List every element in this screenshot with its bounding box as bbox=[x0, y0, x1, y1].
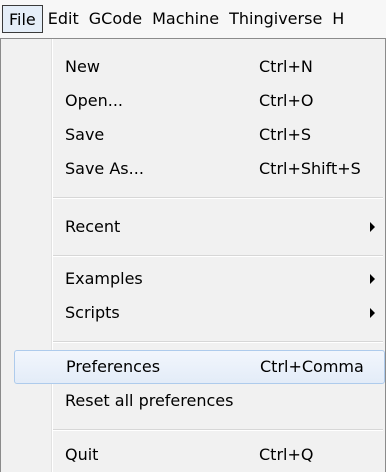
menu-item-scripts[interactable]: Scripts bbox=[15, 297, 385, 329]
menu-item-shortcut: Ctrl+Q bbox=[259, 445, 314, 464]
menu-gcode[interactable]: GCode bbox=[84, 5, 147, 33]
menu-item-save[interactable]: Save Ctrl+S bbox=[15, 119, 385, 151]
menu-item-shortcut: Ctrl+Shift+S bbox=[259, 159, 361, 178]
menu-item-recent[interactable]: Recent bbox=[15, 211, 385, 243]
menu-item-new[interactable]: New Ctrl+N bbox=[15, 51, 385, 83]
submenu-arrow-icon bbox=[370, 222, 375, 232]
menu-help[interactable]: H bbox=[327, 5, 349, 33]
menu-item-shortcut: Ctrl+Comma bbox=[260, 357, 364, 376]
menu-item-examples[interactable]: Examples bbox=[15, 263, 385, 295]
menu-item-save-as[interactable]: Save As... Ctrl+Shift+S bbox=[15, 153, 385, 185]
menu-bar: File Edit GCode Machine Thingiverse H bbox=[0, 0, 386, 38]
menu-item-label: Recent bbox=[65, 217, 121, 236]
menu-separator bbox=[53, 255, 383, 257]
menu-file[interactable]: File bbox=[2, 5, 43, 33]
submenu-arrow-icon bbox=[370, 274, 375, 284]
menu-thingiverse[interactable]: Thingiverse bbox=[224, 5, 327, 33]
menu-machine[interactable]: Machine bbox=[147, 5, 224, 33]
menu-item-label: New bbox=[65, 57, 100, 76]
menu-item-label: Examples bbox=[65, 269, 143, 288]
menu-item-reset-preferences[interactable]: Reset all preferences bbox=[15, 385, 385, 417]
menu-item-quit[interactable]: Quit Ctrl+Q bbox=[15, 439, 385, 471]
menu-item-label: Reset all preferences bbox=[65, 391, 234, 410]
menu-separator bbox=[53, 341, 383, 343]
submenu-arrow-icon bbox=[370, 308, 375, 318]
menu-separator bbox=[53, 197, 383, 199]
menu-item-label: Quit bbox=[65, 445, 99, 464]
menu-item-preferences[interactable]: Preferences Ctrl+Comma bbox=[14, 350, 385, 384]
file-dropdown-menu: New Ctrl+N Open... Ctrl+O Save Ctrl+S Sa… bbox=[0, 38, 386, 472]
menu-item-label: Save As... bbox=[65, 159, 144, 178]
menu-item-open[interactable]: Open... Ctrl+O bbox=[15, 85, 385, 117]
menu-item-shortcut: Ctrl+N bbox=[259, 57, 313, 76]
menu-item-shortcut: Ctrl+S bbox=[259, 125, 312, 144]
menu-item-label: Preferences bbox=[66, 357, 161, 376]
menu-edit[interactable]: Edit bbox=[43, 5, 84, 33]
menu-item-label: Save bbox=[65, 125, 105, 144]
menu-separator bbox=[53, 429, 383, 431]
menu-item-label: Open... bbox=[65, 91, 123, 110]
menu-item-label: Scripts bbox=[65, 303, 120, 322]
menu-item-shortcut: Ctrl+O bbox=[259, 91, 314, 110]
